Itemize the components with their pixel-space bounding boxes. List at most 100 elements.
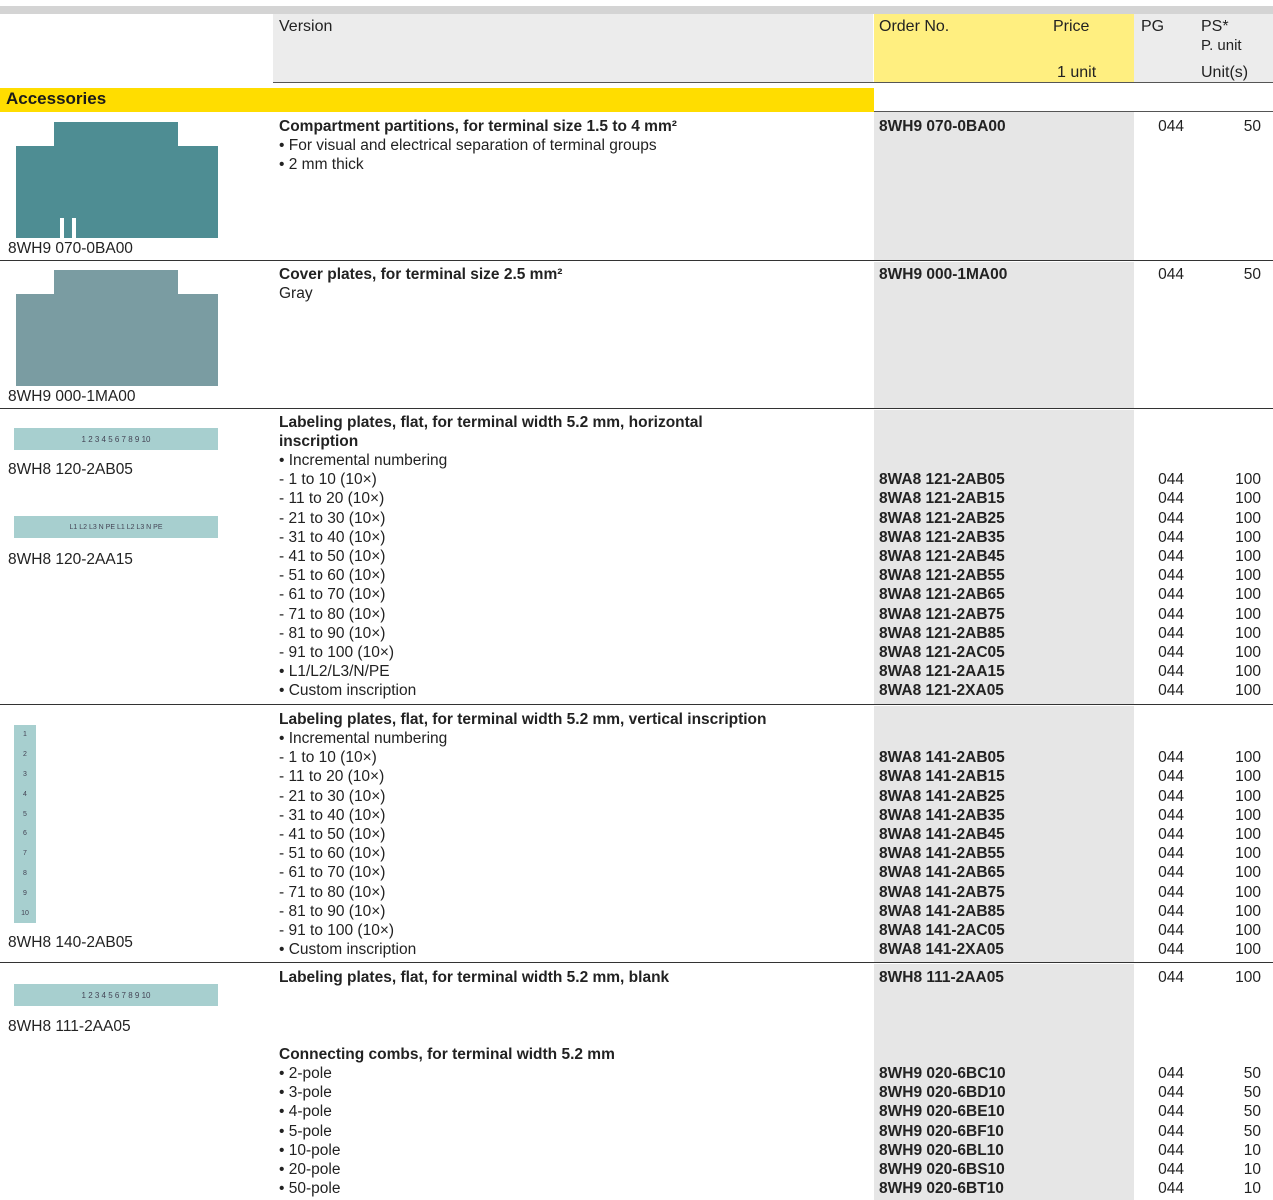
row-description: • Incremental numbering bbox=[279, 452, 448, 469]
order-number: 8WH9 020-6BS10 bbox=[879, 1161, 1005, 1178]
product-detail: • 2 mm thick bbox=[279, 156, 364, 173]
ps-value: 100 bbox=[1235, 922, 1261, 939]
order-number: 8WA8 121-2AB85 bbox=[879, 624, 1005, 642]
header-pg: PG bbox=[1141, 18, 1165, 35]
ps-value: 50 bbox=[1243, 1103, 1261, 1121]
row-divider bbox=[0, 408, 1273, 409]
ps-value: 100 bbox=[1235, 749, 1261, 767]
ps-value: 100 bbox=[1235, 509, 1261, 527]
pg-value: 044 bbox=[1158, 1065, 1184, 1082]
pg-value: 044 bbox=[1158, 806, 1184, 824]
header-units: Unit(s) bbox=[1201, 64, 1249, 81]
product-title: Cover plates, for terminal size 2.5 mm² bbox=[279, 266, 563, 283]
ps-value: 100 bbox=[1235, 845, 1261, 863]
pg-value: 044 bbox=[1158, 471, 1184, 489]
order-number: 8WH9 020-6BL10 bbox=[879, 1141, 1004, 1159]
strip-text: 1 2 3 4 5 6 7 8 9 10 bbox=[81, 990, 151, 1000]
order-number: 8WH9 020-6BF10 bbox=[879, 1122, 1004, 1140]
row-description: - 61 to 70 (10×) bbox=[279, 586, 386, 604]
row-description: - 11 to 20 (10×) bbox=[279, 768, 385, 786]
row-description: • 3-pole bbox=[279, 1084, 332, 1102]
row-description: - 31 to 40 (10×) bbox=[279, 806, 386, 824]
order-number: 8WA8 141-2AB15 bbox=[879, 768, 1005, 786]
product-detail: Gray bbox=[279, 285, 313, 302]
strip-number: 7 bbox=[23, 850, 27, 858]
header-price-unit: 1 unit bbox=[1057, 64, 1097, 81]
row-description: • Custom inscription bbox=[279, 941, 417, 959]
pg-value: 044 bbox=[1158, 864, 1184, 882]
row-description: - 71 to 80 (10×) bbox=[279, 883, 386, 901]
ps-value: 50 bbox=[1243, 118, 1261, 135]
order-number: 8WA8 121-2AB05 bbox=[879, 471, 1005, 489]
ps-value: 100 bbox=[1235, 548, 1261, 565]
row-description: - 51 to 60 (10×) bbox=[279, 567, 386, 585]
product-title: Labeling plates, flat, for terminal widt… bbox=[279, 414, 703, 431]
row-divider bbox=[0, 962, 1273, 963]
order-number: 8WA8 141-2AB65 bbox=[879, 864, 1005, 882]
ps-value: 100 bbox=[1235, 605, 1261, 623]
order-number: 8WA8 141-2AB75 bbox=[879, 883, 1005, 901]
pg-value: 044 bbox=[1158, 1161, 1184, 1178]
pg-value: 044 bbox=[1158, 567, 1184, 585]
strip-number: 6 bbox=[23, 830, 27, 838]
pg-value: 044 bbox=[1158, 941, 1184, 959]
strip-number: 10 bbox=[21, 909, 29, 917]
pg-value: 044 bbox=[1158, 490, 1184, 508]
order-number: 8WA8 121-2AC05 bbox=[879, 644, 1005, 661]
row-description: • 5-pole bbox=[279, 1122, 332, 1140]
row-description: • Custom inscription bbox=[279, 682, 417, 700]
pg-value: 044 bbox=[1158, 787, 1184, 805]
image-caption: 8WH8 111-2AA05 bbox=[8, 1018, 131, 1035]
ps-value: 10 bbox=[1243, 1161, 1261, 1178]
row-description: - 71 to 80 (10×) bbox=[279, 605, 386, 623]
row-description: - 21 to 30 (10×) bbox=[279, 787, 386, 805]
ps-value: 100 bbox=[1235, 941, 1261, 959]
strip-number: 9 bbox=[23, 889, 27, 897]
header-rule bbox=[273, 82, 1273, 83]
pg-value: 044 bbox=[1158, 1122, 1184, 1140]
ps-value: 100 bbox=[1235, 969, 1261, 986]
pg-value: 044 bbox=[1158, 1103, 1184, 1121]
pg-value: 044 bbox=[1158, 922, 1184, 939]
order-number: 8WA8 121-2AB55 bbox=[879, 567, 1005, 585]
ps-value: 100 bbox=[1235, 471, 1261, 489]
order-number: 8WA8 141-2AB05 bbox=[879, 749, 1005, 767]
header-p-unit: P. unit bbox=[1201, 37, 1242, 54]
ps-value: 50 bbox=[1243, 1084, 1261, 1102]
order-number: 8WA8 121-2AB35 bbox=[879, 528, 1005, 546]
row-description: - 91 to 100 (10×) bbox=[279, 644, 395, 661]
ps-value: 50 bbox=[1243, 1122, 1261, 1140]
order-number: 8WA8 141-2AB85 bbox=[879, 902, 1005, 920]
ps-value: 100 bbox=[1235, 682, 1261, 700]
image-caption: 8WH8 120-2AA15 bbox=[8, 551, 133, 568]
pg-value: 044 bbox=[1158, 663, 1184, 681]
ps-value: 100 bbox=[1235, 787, 1261, 805]
pg-value: 044 bbox=[1158, 586, 1184, 604]
header-price: Price bbox=[1053, 18, 1090, 35]
pg-value: 044 bbox=[1158, 902, 1184, 920]
pg-value: 044 bbox=[1158, 509, 1184, 527]
order-number: 8WH9 020-6BD10 bbox=[879, 1084, 1006, 1102]
order-number: 8WA8 121-2AB25 bbox=[879, 509, 1005, 527]
row-description: • 20-pole bbox=[279, 1161, 341, 1178]
pg-value: 044 bbox=[1158, 548, 1184, 565]
pg-value: 044 bbox=[1158, 768, 1184, 786]
row-description: - 81 to 90 (10×) bbox=[279, 902, 386, 920]
strip-number: 3 bbox=[23, 770, 27, 778]
row-description: - 1 to 10 (10×) bbox=[279, 749, 377, 767]
image-caption: 8WH9 000-1MA00 bbox=[8, 388, 136, 405]
row-divider bbox=[0, 260, 1273, 261]
ps-value: 100 bbox=[1235, 902, 1261, 920]
row-description: - 21 to 30 (10×) bbox=[279, 509, 386, 527]
row-description: - 31 to 40 (10×) bbox=[279, 528, 386, 546]
order-number: 8WA8 121-2AA15 bbox=[879, 663, 1005, 681]
ps-value: 50 bbox=[1243, 266, 1261, 283]
label-strip-blank-image: 1 2 3 4 5 6 7 8 9 10 bbox=[14, 984, 218, 1006]
header-version: Version bbox=[279, 18, 333, 35]
label-strip-vertical-image: 1 2 3 4 5 6 7 8 9 10 bbox=[14, 725, 36, 923]
ps-value: 100 bbox=[1235, 806, 1261, 824]
order-number: 8WH9 000-1MA00 bbox=[879, 266, 1008, 283]
pg-value: 044 bbox=[1158, 266, 1184, 283]
image-caption: 8WH8 140-2AB05 bbox=[8, 934, 133, 951]
section-bar bbox=[0, 88, 874, 112]
